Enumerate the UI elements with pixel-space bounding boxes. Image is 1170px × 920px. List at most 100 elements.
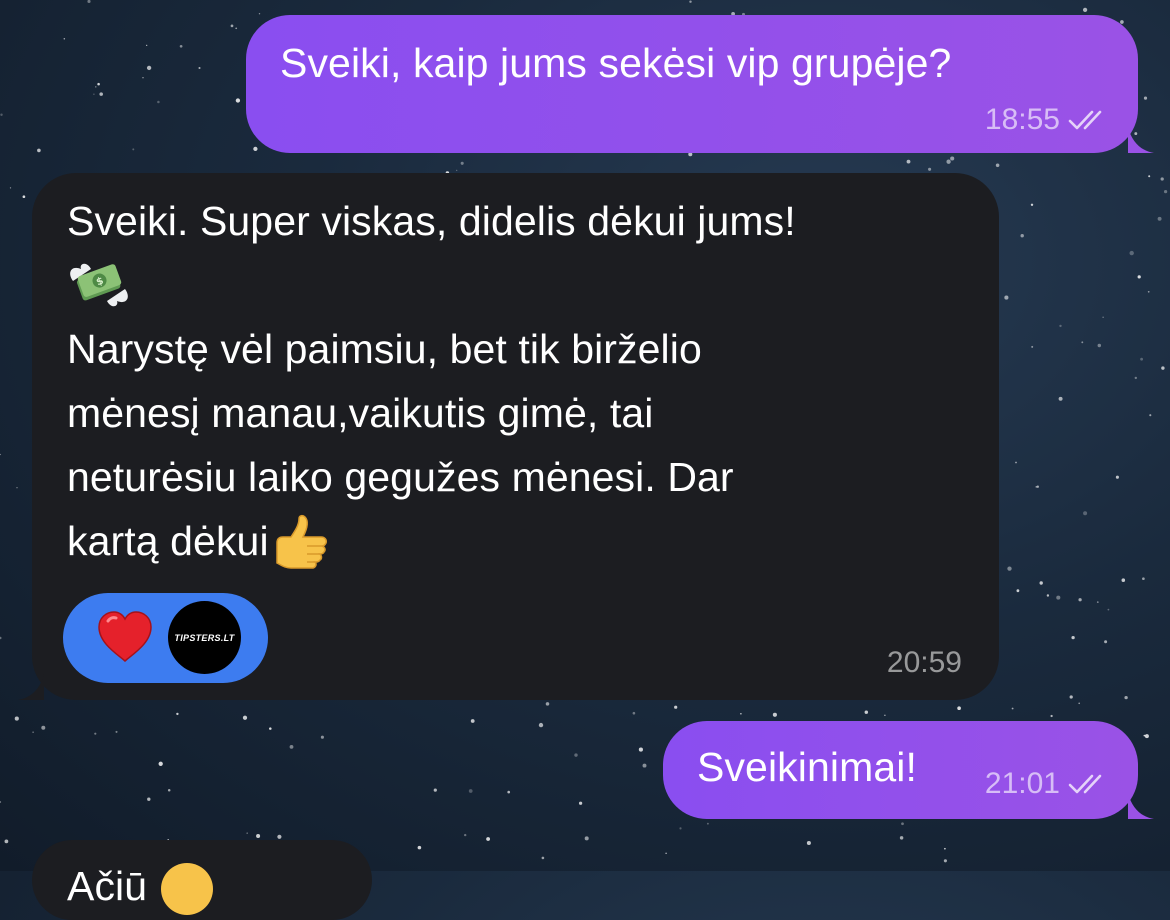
message-line: neturėsiu laiko gegužes mėnesi. Dar <box>67 454 734 500</box>
reactions-pill[interactable]: TIPSTERS.LT <box>63 593 268 683</box>
message-time: 20:59 <box>886 646 962 679</box>
thumbs-up-icon <box>275 515 327 569</box>
star <box>253 146 258 152</box>
star <box>132 148 135 151</box>
smiling-face-icon <box>160 863 213 916</box>
star <box>1011 707 1014 710</box>
star <box>94 732 97 735</box>
avatar-label: TIPSTERS.LT <box>174 632 235 643</box>
star <box>1007 566 1012 571</box>
star <box>1129 250 1134 256</box>
star <box>464 833 467 837</box>
star <box>470 719 475 723</box>
star <box>1147 290 1150 293</box>
star <box>93 93 95 96</box>
star <box>950 156 955 161</box>
star <box>574 753 578 757</box>
star <box>1096 601 1099 603</box>
star <box>1148 175 1151 178</box>
message-text: Sveiki, kaip jums sekėsi vip grupėje? <box>280 40 952 86</box>
double-check-icon <box>1068 110 1102 130</box>
star <box>1143 96 1148 100</box>
star <box>995 163 1000 168</box>
double-check-icon <box>1068 774 1102 794</box>
star <box>584 836 589 841</box>
message-meta: 21:01 <box>985 767 1110 801</box>
incoming-message-bubble[interactable]: Sveiki. Super viskas, didelis dėkui jums… <box>32 173 999 700</box>
star <box>456 169 458 171</box>
star <box>1134 376 1138 380</box>
star <box>0 113 3 117</box>
star <box>146 65 152 71</box>
star <box>1143 734 1146 737</box>
star <box>147 797 151 801</box>
star <box>0 636 2 640</box>
star <box>674 705 678 709</box>
message-time: 21:01 <box>984 767 1060 800</box>
message-line: Narystę vėl paimsiu, bet tik birželio <box>67 326 702 372</box>
outgoing-message-bubble[interactable]: Sveikinimai! 21:01 <box>663 721 1138 819</box>
star <box>665 852 667 855</box>
star <box>1124 695 1128 700</box>
star <box>642 763 647 768</box>
star <box>417 845 422 850</box>
star <box>906 159 911 164</box>
star <box>4 839 9 844</box>
star <box>14 716 19 721</box>
star <box>460 161 464 165</box>
star <box>176 712 179 716</box>
star <box>740 713 742 715</box>
star <box>0 453 1 456</box>
star <box>157 100 160 104</box>
star <box>538 722 544 728</box>
star <box>32 731 34 733</box>
incoming-message-bubble-partial[interactable]: Ačiū <box>32 840 372 920</box>
star <box>1020 234 1024 238</box>
bubble-tail <box>1128 127 1154 153</box>
star <box>230 24 234 28</box>
star <box>1031 345 1034 348</box>
star <box>1050 714 1053 718</box>
star <box>468 789 473 793</box>
message-line: mėnesį manau,vaikutis gimė, tai <box>67 390 654 436</box>
money-with-wings-icon: $ <box>70 263 128 307</box>
red-heart-icon[interactable] <box>95 607 155 667</box>
star <box>242 715 248 720</box>
message-line: kartą dėkui <box>67 518 269 564</box>
message-partial-text: Ačiū <box>67 863 148 909</box>
star <box>706 822 709 825</box>
star <box>246 832 248 834</box>
star <box>269 727 272 730</box>
star <box>864 710 869 714</box>
star <box>943 859 947 863</box>
star <box>507 790 511 794</box>
outgoing-message-bubble[interactable]: Sveiki, kaip jums sekėsi vip grupėje? 18… <box>246 15 1138 153</box>
star <box>1004 295 1009 300</box>
star <box>901 822 904 826</box>
bubble-tail <box>1128 793 1154 819</box>
bubble-tail <box>18 674 44 700</box>
message-time: 18:55 <box>984 103 1060 136</box>
star <box>1078 702 1080 705</box>
message-text: Sveikinimai! <box>697 744 917 790</box>
star <box>946 159 951 164</box>
message-meta: 20:59 <box>887 646 962 680</box>
star <box>158 761 163 766</box>
star <box>545 702 550 706</box>
star <box>167 788 171 792</box>
star <box>1015 461 1017 464</box>
star <box>884 714 886 717</box>
star <box>320 735 324 739</box>
star <box>115 730 118 733</box>
star <box>1140 357 1143 361</box>
star <box>1039 581 1043 585</box>
star <box>1157 216 1162 221</box>
reactor-avatar[interactable]: TIPSTERS.LT <box>168 601 241 674</box>
star <box>235 98 241 103</box>
star <box>1058 396 1063 401</box>
star <box>632 711 636 715</box>
star <box>1016 589 1020 593</box>
star <box>1097 343 1102 348</box>
star <box>37 148 41 153</box>
star <box>638 747 643 752</box>
